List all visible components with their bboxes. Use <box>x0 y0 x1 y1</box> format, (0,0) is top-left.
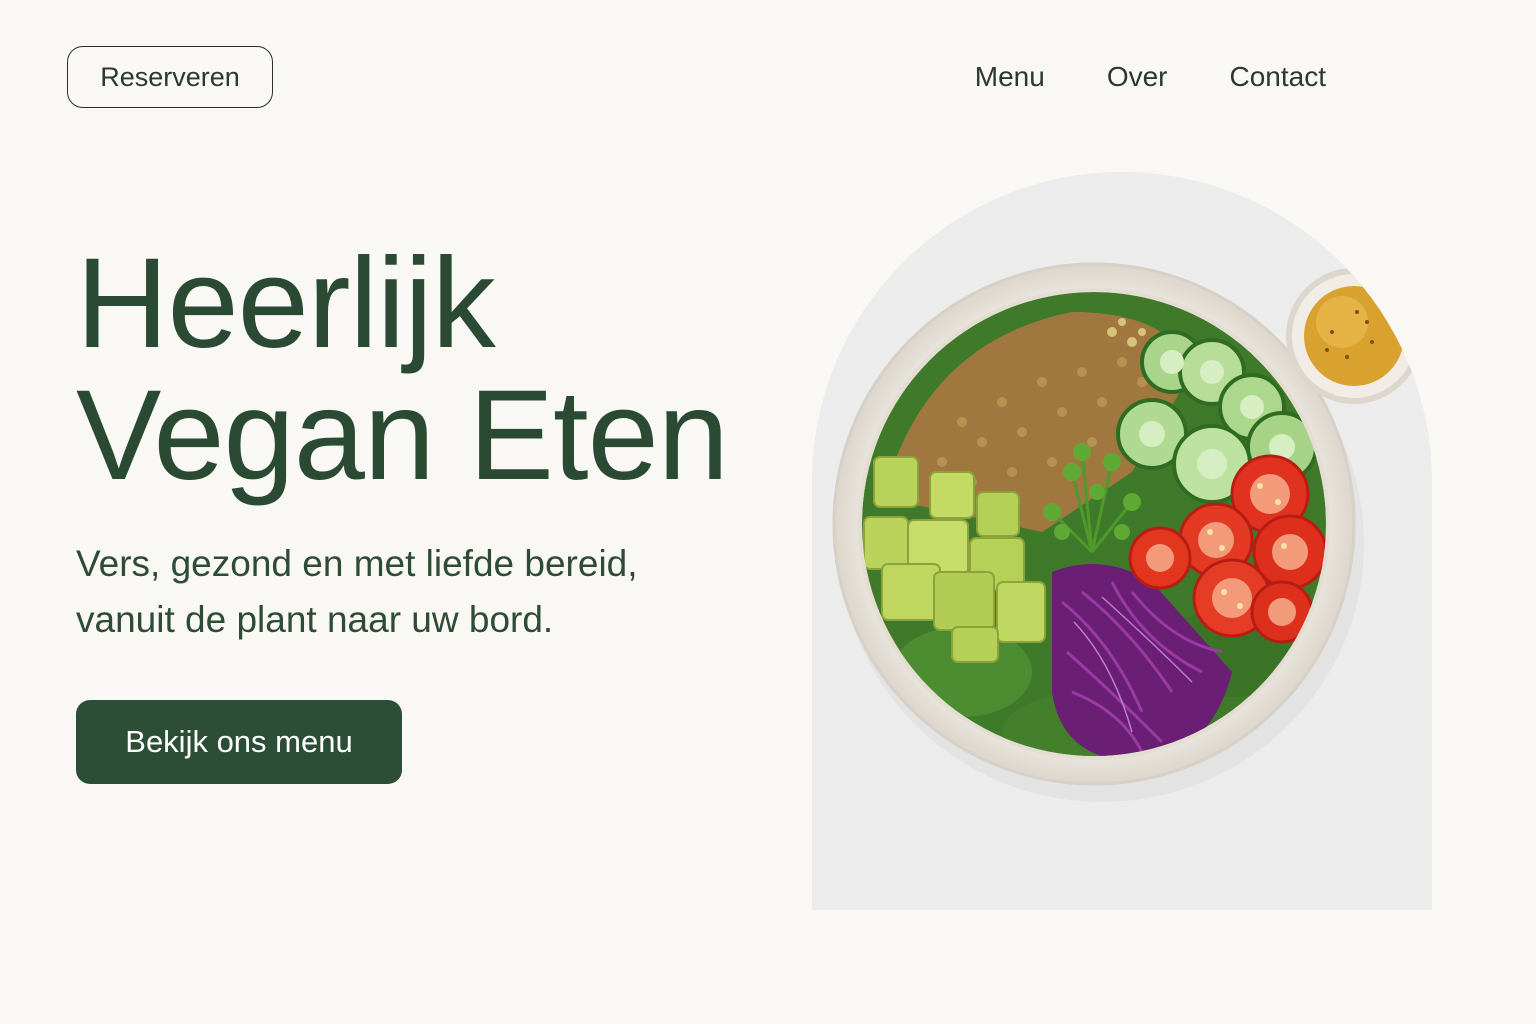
nav-link-menu[interactable]: Menu <box>975 56 1045 98</box>
hero-title-line-1: Heerlijk <box>76 232 496 375</box>
hero-subtitle-line-2: vanuit de plant naar uw bord. <box>76 599 554 640</box>
view-menu-button[interactable]: Bekijk ons menu <box>76 700 402 784</box>
hero-title: Heerlijk Vegan Eten <box>76 232 729 507</box>
nav-link-over[interactable]: Over <box>1107 56 1168 98</box>
site-header: Reserveren Menu Over Contact <box>0 0 1536 140</box>
salad-bowl-image <box>812 172 1432 910</box>
main-nav: Menu Over Contact <box>975 56 1326 98</box>
hero-subtitle: Vers, gezond en met liefde bereid, vanui… <box>76 536 756 648</box>
hero-title-line-2: Vegan Eten <box>76 364 729 507</box>
hero-subtitle-line-1: Vers, gezond en met liefde bereid, <box>76 543 638 584</box>
reserve-button[interactable]: Reserveren <box>67 46 273 108</box>
nav-link-contact[interactable]: Contact <box>1230 56 1327 98</box>
hero-image-arch <box>812 172 1432 910</box>
